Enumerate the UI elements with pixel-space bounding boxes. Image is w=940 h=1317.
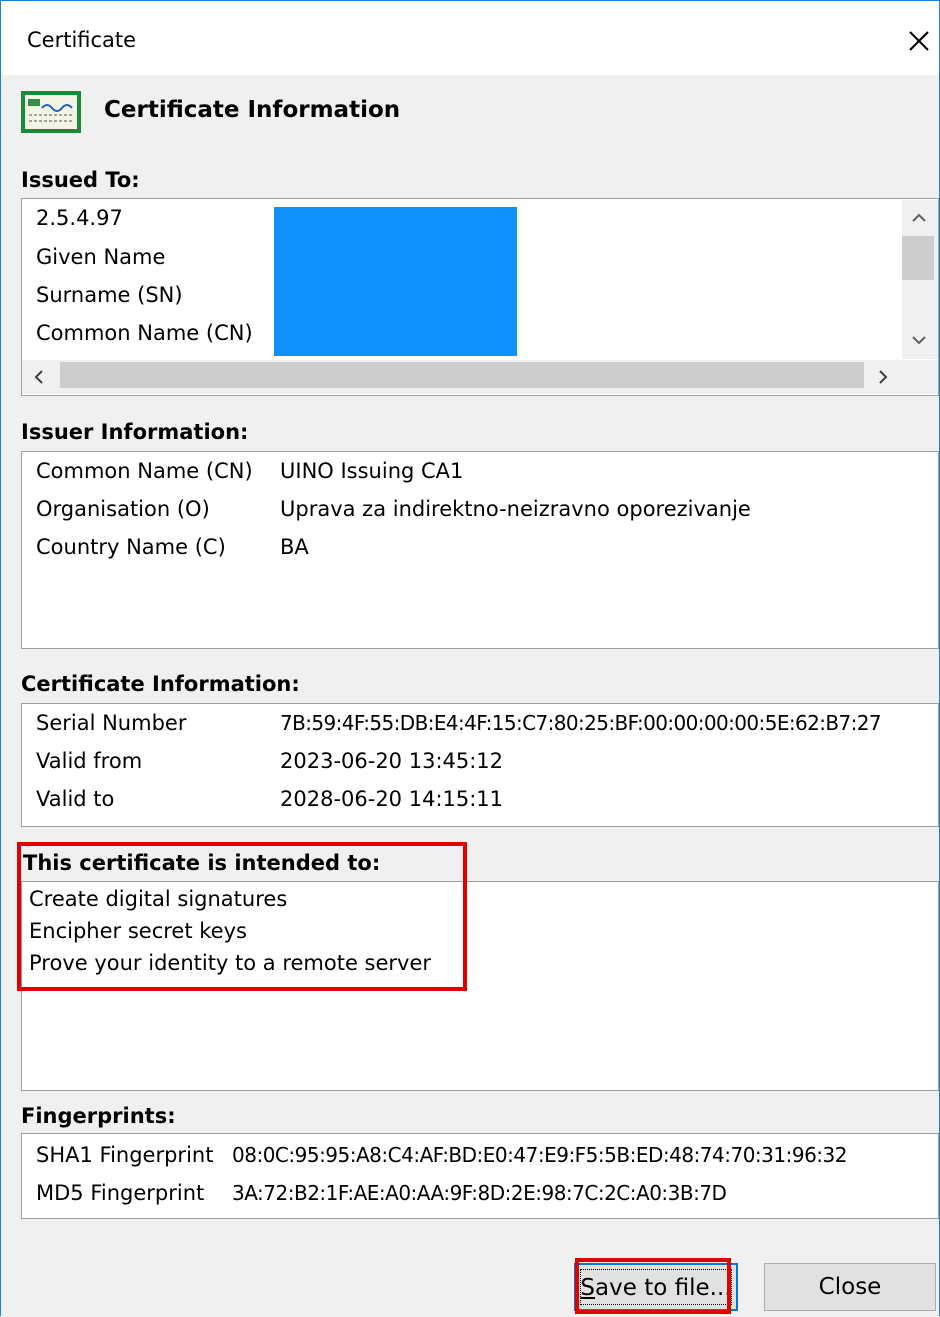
header-title: Certificate Information [104, 97, 401, 123]
title-bar: Certificate [1, 1, 939, 75]
cert-info-label: Certificate Information: [21, 672, 300, 696]
cert-info-value: 7B:59:4F:55:DB:E4:4F:15:C7:80:25:BF:00:0… [280, 711, 882, 735]
fingerprint-field: SHA1 Fingerprint [36, 1143, 214, 1167]
intended-box [21, 881, 939, 1091]
intended-item: Create digital signatures [29, 887, 288, 911]
fingerprint-value: 3A:72:B2:1F:AE:A0:AA:9F:8D:2E:98:7C:2C:A… [232, 1181, 727, 1205]
chevron-left-icon[interactable] [28, 366, 50, 388]
chevron-up-icon[interactable] [906, 208, 932, 228]
fingerprint-value: 08:0C:95:95:A8:C4:AF:BD:E0:47:E9:F5:5B:E… [232, 1143, 848, 1167]
close-button[interactable]: Close [764, 1263, 936, 1311]
cert-info-field: Valid from [36, 749, 143, 773]
cert-info-field: Serial Number [36, 711, 187, 735]
issuer-label: Issuer Information: [21, 420, 249, 444]
issuer-field: Organisation (O) [36, 497, 210, 521]
chevron-right-icon[interactable] [872, 366, 894, 388]
issuer-value: Uprava za indirektno-neizravno oporeziva… [280, 497, 751, 521]
window-title: Certificate [27, 28, 137, 52]
chevron-down-icon[interactable] [906, 330, 932, 350]
fingerprints-label: Fingerprints: [21, 1104, 176, 1128]
issued-to-field: Given Name [36, 245, 166, 269]
issued-to-field: Surname (SN) [36, 283, 183, 307]
focus-rect [580, 1269, 732, 1305]
intended-item: Prove your identity to a remote server [29, 951, 432, 975]
cert-info-field: Valid to [36, 787, 115, 811]
issued-to-field: Common Name (CN) [36, 321, 253, 345]
issuer-value: UINO Issuing CA1 [280, 459, 464, 483]
vertical-scroll-thumb[interactable] [902, 236, 934, 280]
fingerprint-field: MD5 Fingerprint [36, 1181, 205, 1205]
save-to-file-button[interactable]: Save to file... [574, 1263, 738, 1311]
issued-to-label: Issued To: [21, 168, 140, 192]
intended-label: This certificate is intended to: [23, 851, 381, 875]
redacted-values [274, 207, 517, 356]
issuer-value: BA [280, 535, 309, 559]
intended-item: Encipher secret keys [29, 919, 247, 943]
horizontal-scroll-thumb[interactable] [60, 362, 864, 388]
cert-info-value: 2028-06-20 14:15:11 [280, 787, 504, 811]
certificate-icon [21, 91, 81, 133]
close-icon[interactable] [901, 23, 937, 59]
cert-info-value: 2023-06-20 13:45:12 [280, 749, 504, 773]
issued-to-field: 2.5.4.97 [36, 206, 123, 230]
issuer-field: Common Name (CN) [36, 459, 253, 483]
issuer-field: Country Name (C) [36, 535, 226, 559]
